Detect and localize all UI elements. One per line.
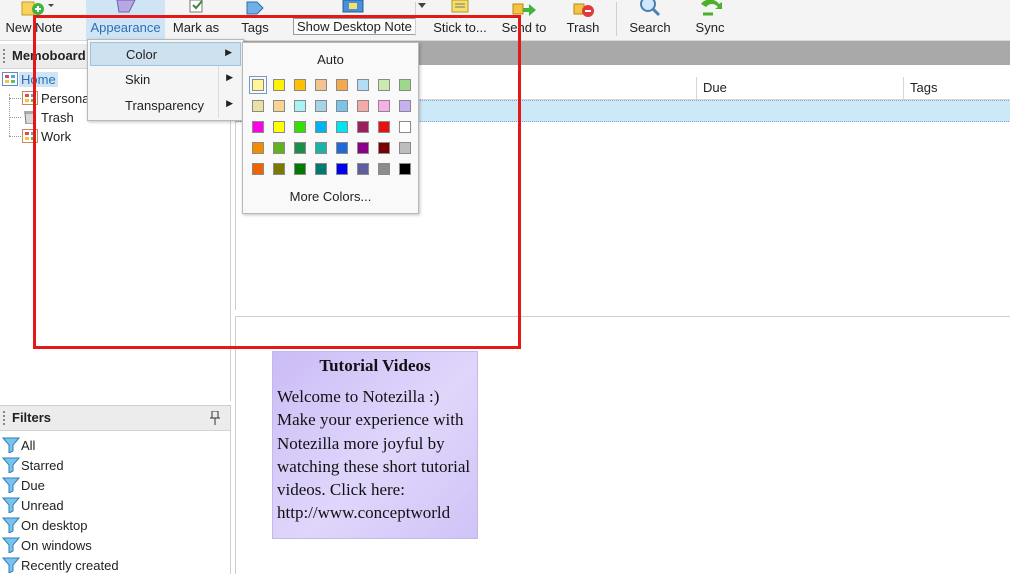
filter-starred[interactable]: Starred [2, 455, 222, 475]
filters-title: Filters [12, 410, 52, 425]
trash-button[interactable]: Trash [560, 0, 606, 40]
sync-button[interactable]: Sync [686, 0, 734, 40]
funnel-icon [2, 517, 20, 533]
funnel-icon [2, 437, 20, 453]
stick-to-icon [451, 0, 469, 13]
panel-grip-icon[interactable] [3, 49, 7, 63]
appearance-icon [115, 0, 136, 13]
sticky-note[interactable]: Tutorial Videos Welcome to Notezilla :) … [272, 351, 478, 539]
filter-label: Starred [21, 458, 64, 473]
filter-all[interactable]: All [2, 435, 222, 455]
filters-header: Filters [0, 406, 230, 431]
filter-recently-created[interactable]: Recently created [2, 555, 222, 575]
filter-label: Due [21, 478, 45, 493]
filter-label: Unread [21, 498, 64, 513]
funnel-icon [2, 477, 20, 493]
funnel-icon [2, 497, 20, 513]
filter-label: On desktop [21, 518, 88, 533]
filter-due[interactable]: Due [2, 475, 222, 495]
pin-icon[interactable] [210, 411, 220, 425]
highlight-box [33, 15, 521, 349]
trash-icon [573, 3, 594, 17]
filter-label: All [21, 438, 36, 453]
mark-as-icon [189, 0, 203, 13]
sync-icon [701, 0, 722, 16]
desktop-note-icon [342, 0, 364, 13]
column-header-tags[interactable]: Tags [904, 77, 1010, 100]
funnel-icon [2, 557, 20, 573]
chevron-down-icon[interactable] [418, 3, 426, 9]
search-icon [640, 0, 661, 17]
memoboard-icon [2, 72, 18, 86]
filter-on-windows[interactable]: On windows [2, 535, 222, 555]
column-header-label: Tags [910, 80, 938, 95]
note-title: Tutorial Videos [319, 356, 431, 375]
column-header-label: Due [703, 80, 727, 95]
note-body: Welcome to Notezilla :) Make your experi… [277, 385, 475, 525]
funnel-icon [2, 537, 20, 553]
tags-icon [246, 1, 264, 15]
search-button[interactable]: Search [624, 0, 676, 40]
column-header-due[interactable]: Due [697, 77, 904, 100]
funnel-icon [2, 457, 20, 473]
filter-on-desktop[interactable]: On desktop [2, 515, 222, 535]
note-link[interactable]: http://www.conceptworld [277, 503, 450, 522]
trash-label: Trash [566, 20, 600, 35]
search-label: Search [629, 20, 671, 35]
filters-panel: Filters All Starred Due Unread On deskto… [0, 405, 231, 574]
note-body-text: Welcome to Notezilla :) Make your experi… [277, 387, 471, 500]
sync-label: Sync [695, 20, 725, 35]
filter-label: Recently created [21, 558, 119, 573]
filter-label: On windows [21, 538, 92, 553]
filter-unread[interactable]: Unread [2, 495, 222, 515]
panel-grip-icon[interactable] [3, 411, 7, 425]
